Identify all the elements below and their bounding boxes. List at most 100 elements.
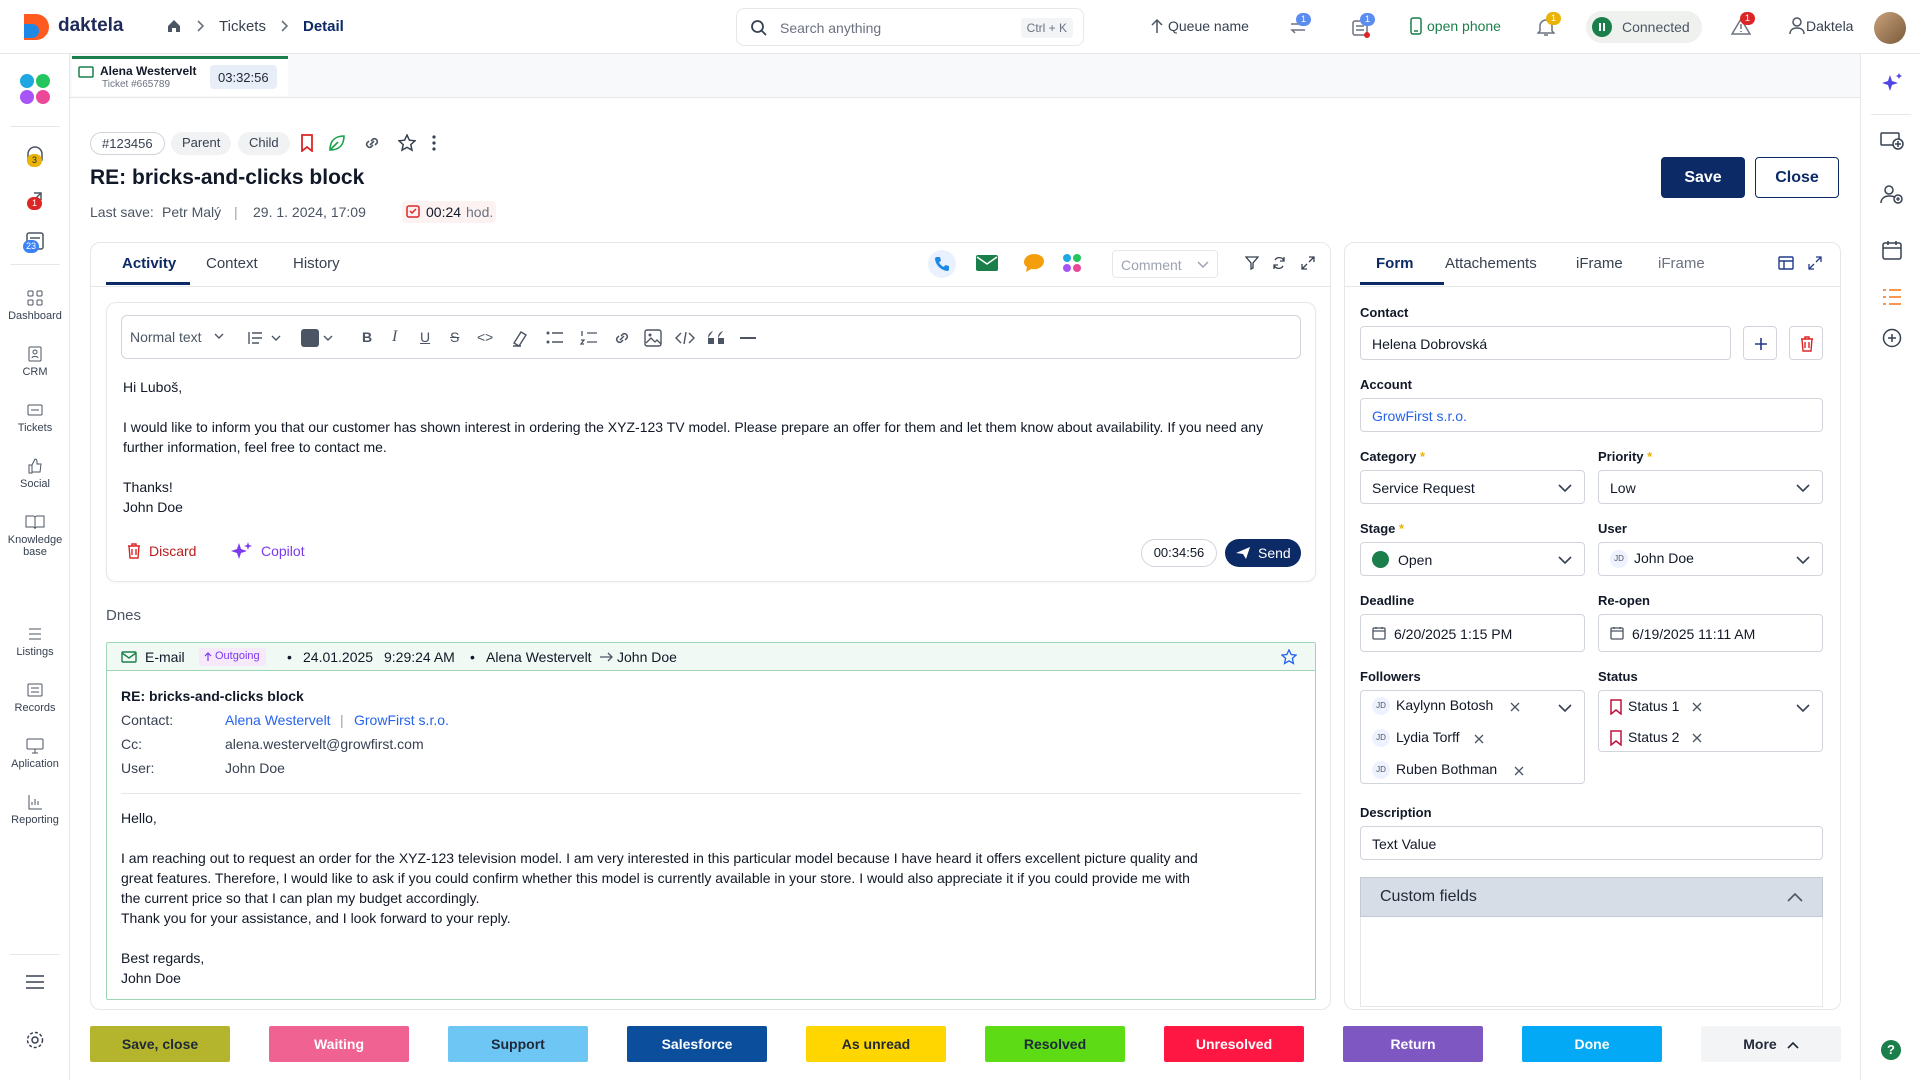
search-box[interactable]: Search anything Ctrl + K bbox=[736, 8, 1084, 46]
strikethrough-icon[interactable]: S bbox=[450, 329, 459, 345]
apps-channel-icon[interactable] bbox=[1062, 253, 1082, 273]
underline-icon[interactable]: U bbox=[420, 329, 430, 345]
remove-follower-icon[interactable] bbox=[1513, 765, 1525, 777]
add-circle-icon[interactable] bbox=[1882, 328, 1902, 348]
tab-activity[interactable]: Activity bbox=[122, 255, 176, 272]
checklist-icon[interactable] bbox=[1882, 288, 1902, 306]
numbered-list-icon[interactable] bbox=[580, 330, 598, 346]
layout-icon[interactable] bbox=[1778, 256, 1794, 270]
expand-icon[interactable] bbox=[1301, 256, 1315, 270]
priority-select[interactable]: Low bbox=[1598, 470, 1823, 504]
sidebar-item-records[interactable]: Records bbox=[0, 682, 70, 714]
contact-field[interactable]: Helena Dobrovská bbox=[1360, 326, 1731, 360]
remove-contact-button[interactable] bbox=[1789, 326, 1823, 360]
account-field[interactable]: GrowFirst s.r.o. bbox=[1360, 398, 1823, 432]
done-button[interactable]: Done bbox=[1522, 1026, 1662, 1062]
reopen-field[interactable]: 6/19/2025 11:11 AM bbox=[1598, 614, 1823, 652]
text-style-select[interactable]: Normal text bbox=[130, 329, 202, 345]
stage-select[interactable]: Open bbox=[1360, 542, 1585, 576]
sidebar-item-social[interactable]: Social bbox=[0, 458, 70, 490]
phone-channel-icon[interactable] bbox=[928, 250, 956, 278]
session-tab[interactable]: Alena Westervelt Ticket #665789 03:32:56 bbox=[72, 56, 288, 96]
custom-fields-header[interactable]: Custom fields bbox=[1360, 877, 1823, 917]
tab-form[interactable]: Form bbox=[1376, 255, 1414, 272]
sidebar-item-listings[interactable]: Listings bbox=[0, 626, 70, 658]
editor-line-1[interactable]: I would like to inform you that our cust… bbox=[123, 417, 1263, 437]
child-chip[interactable]: Child bbox=[238, 132, 290, 155]
gear-icon[interactable] bbox=[25, 1030, 45, 1050]
sms-channel-icon[interactable] bbox=[1023, 253, 1045, 273]
user-name[interactable]: Daktela bbox=[1806, 18, 1853, 34]
as-unread-button[interactable]: As unread bbox=[806, 1026, 946, 1062]
help-icon[interactable]: ? bbox=[1881, 1040, 1901, 1060]
email-contact-link[interactable]: Alena Westervelt bbox=[225, 712, 331, 728]
menu-icon[interactable] bbox=[25, 974, 45, 990]
remove-status-icon[interactable] bbox=[1691, 732, 1703, 744]
comment-select[interactable]: Comment bbox=[1112, 250, 1218, 278]
tab-history[interactable]: History bbox=[293, 255, 340, 272]
tab-iframe-2[interactable]: iFrame bbox=[1658, 255, 1705, 272]
send-button[interactable]: Send bbox=[1225, 539, 1301, 567]
link-icon[interactable] bbox=[362, 135, 382, 151]
save-close-button[interactable]: Save, close bbox=[90, 1026, 230, 1062]
clear-format-icon[interactable] bbox=[511, 329, 529, 347]
align-icon[interactable] bbox=[248, 330, 282, 346]
connection-status[interactable]: Connected bbox=[1586, 11, 1702, 43]
ticket-id-chip[interactable]: #123456 bbox=[90, 132, 165, 155]
editor-signature[interactable]: John Doe bbox=[123, 497, 183, 517]
editor-line-2[interactable]: further information, feel free to contac… bbox=[123, 437, 387, 457]
home-icon[interactable] bbox=[166, 18, 182, 34]
sidebar-item-knowledge-base[interactable]: Knowledge base bbox=[0, 514, 70, 558]
expand-icon[interactable] bbox=[1808, 256, 1822, 270]
close-button[interactable]: Close bbox=[1755, 157, 1839, 198]
waiting-button[interactable]: Waiting bbox=[269, 1026, 409, 1062]
email-channel-icon[interactable] bbox=[976, 255, 998, 271]
bullet-list-icon[interactable] bbox=[546, 330, 564, 346]
copilot-button[interactable]: Copilot bbox=[261, 543, 305, 559]
return-button[interactable]: Return bbox=[1343, 1026, 1483, 1062]
star-icon[interactable] bbox=[1281, 649, 1297, 665]
italic-icon[interactable]: I bbox=[392, 328, 397, 346]
calendar-icon[interactable] bbox=[1882, 240, 1902, 260]
star-icon[interactable] bbox=[398, 134, 416, 152]
ai-sparkles-icon[interactable] bbox=[1881, 72, 1903, 94]
remove-follower-icon[interactable] bbox=[1509, 701, 1521, 713]
editor-thanks[interactable]: Thanks! bbox=[123, 477, 173, 497]
open-phone-link[interactable]: open phone bbox=[1427, 18, 1501, 34]
sidebar-item-crm[interactable]: CRM bbox=[0, 346, 70, 378]
sidebar-item-tickets[interactable]: Tickets bbox=[0, 402, 70, 434]
daktela-logo[interactable] bbox=[20, 10, 54, 44]
more-button[interactable]: More bbox=[1701, 1026, 1841, 1062]
tab-iframe-1[interactable]: iFrame bbox=[1576, 255, 1623, 272]
unresolved-button[interactable]: Unresolved bbox=[1164, 1026, 1304, 1062]
add-user-icon[interactable] bbox=[1880, 184, 1904, 204]
editor-greeting[interactable]: Hi Luboš, bbox=[123, 377, 182, 397]
tab-attachements[interactable]: Attachements bbox=[1445, 255, 1537, 272]
more-vertical-icon[interactable] bbox=[432, 135, 436, 151]
sidebar-item-aplication[interactable]: Aplication bbox=[0, 738, 70, 770]
horizontal-rule-icon[interactable] bbox=[740, 337, 756, 339]
apps-icon[interactable] bbox=[18, 72, 52, 106]
email-company-link[interactable]: GrowFirst s.r.o. bbox=[354, 712, 449, 728]
search-input[interactable]: Search anything bbox=[780, 20, 881, 36]
status-select[interactable]: Status 1 Status 2 bbox=[1598, 690, 1823, 752]
bookmark-icon[interactable] bbox=[300, 134, 314, 152]
sidebar-item-reporting[interactable]: Reporting bbox=[0, 794, 70, 826]
remove-follower-icon[interactable] bbox=[1473, 733, 1485, 745]
filter-icon[interactable] bbox=[1245, 256, 1259, 270]
bold-icon[interactable]: B bbox=[362, 329, 372, 345]
link-icon[interactable] bbox=[612, 330, 632, 346]
save-button[interactable]: Save bbox=[1661, 157, 1745, 198]
discard-button[interactable]: Discard bbox=[149, 543, 196, 559]
image-icon[interactable] bbox=[644, 329, 662, 347]
tab-context[interactable]: Context bbox=[206, 255, 258, 272]
add-contact-button[interactable] bbox=[1743, 326, 1777, 360]
quote-icon[interactable] bbox=[707, 330, 725, 344]
remove-status-icon[interactable] bbox=[1691, 701, 1703, 713]
support-button[interactable]: Support bbox=[448, 1026, 588, 1062]
deadline-field[interactable]: 6/20/2025 1:15 PM bbox=[1360, 614, 1585, 652]
sidebar-item-dashboard[interactable]: Dashboard bbox=[0, 290, 70, 322]
avatar[interactable] bbox=[1874, 12, 1906, 44]
description-field[interactable]: Text Value bbox=[1360, 826, 1823, 860]
salesforce-button[interactable]: Salesforce bbox=[627, 1026, 767, 1062]
